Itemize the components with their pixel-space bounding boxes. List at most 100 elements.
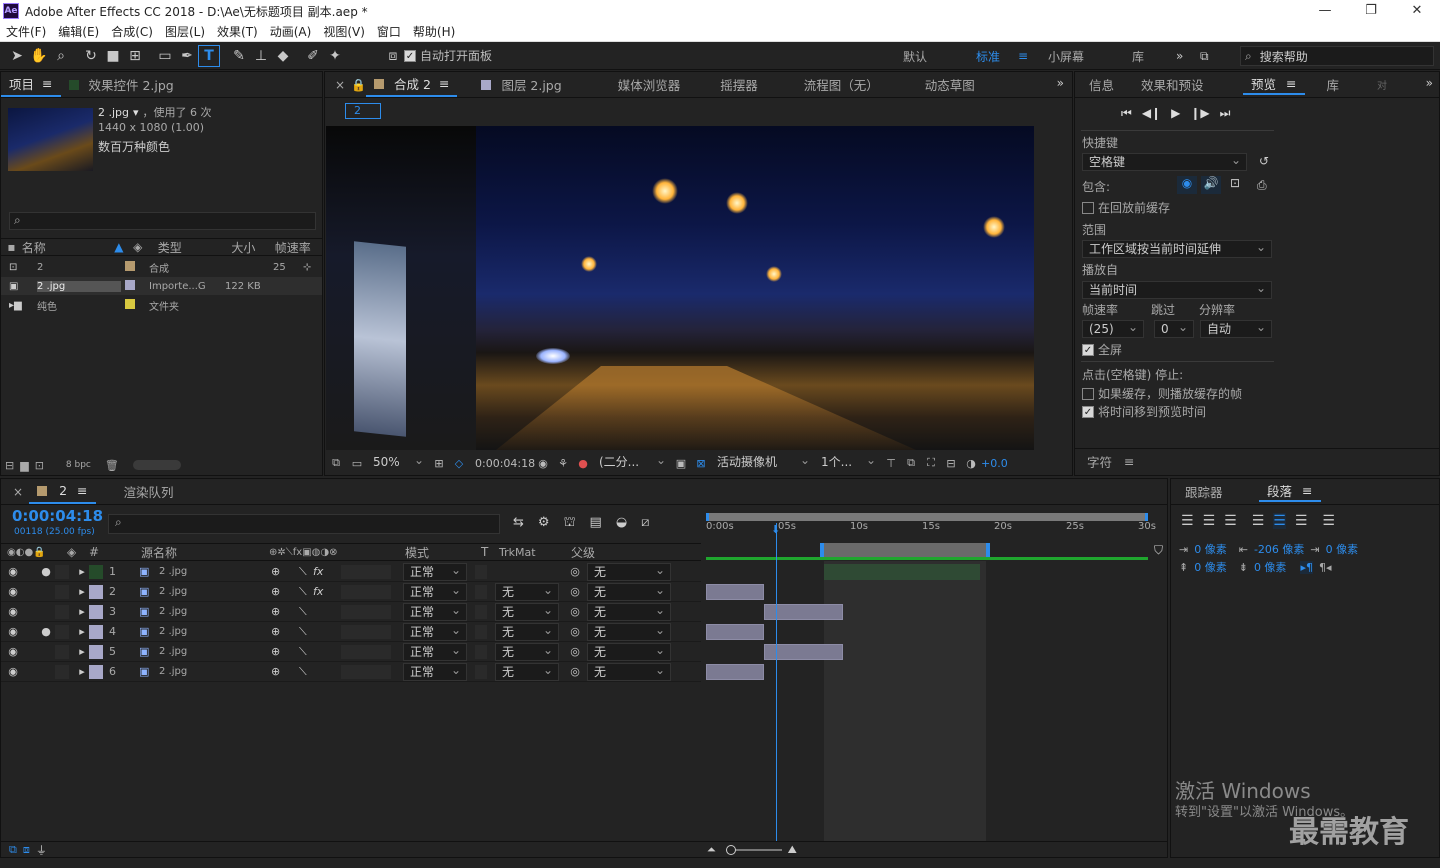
preserve-transparency-box[interactable] bbox=[475, 624, 487, 639]
expand-arrow-icon[interactable]: ▸ bbox=[75, 665, 89, 678]
expand-arrow-icon[interactable]: ▸ bbox=[75, 585, 89, 598]
shy-switch-icon[interactable]: ⊕ bbox=[271, 665, 299, 678]
frame-blending-icon[interactable]: ▤ bbox=[590, 515, 602, 532]
monitor-icon[interactable]: ▭ bbox=[347, 457, 367, 470]
lock-toggle[interactable] bbox=[55, 644, 69, 659]
trash-icon[interactable]: 🗑 bbox=[105, 459, 119, 472]
parent-dropdown[interactable]: 无 bbox=[587, 622, 671, 641]
fast-preview-icon[interactable]: ⛶ bbox=[921, 456, 941, 470]
bpc-label[interactable]: 8 bpc bbox=[66, 460, 91, 470]
expand-arrow-icon[interactable]: ▸ bbox=[75, 625, 89, 638]
expand-arrow-icon[interactable]: ▸ bbox=[75, 645, 89, 658]
layer-row[interactable]: ◉▸2▣2 .jpg⊕⟍fx正常无◎无 bbox=[1, 582, 701, 602]
trkmat-dropdown[interactable]: 无 bbox=[495, 662, 559, 681]
comp-end-marker-icon[interactable]: ⛉ bbox=[1154, 543, 1163, 558]
timeline-search-input[interactable]: ⌕ bbox=[108, 514, 500, 534]
range-dropdown[interactable]: 工作区域按当前时间延伸 bbox=[1082, 239, 1272, 258]
rotate-tool-icon[interactable]: ↻ bbox=[80, 45, 102, 67]
visibility-eye-icon[interactable]: ◉ bbox=[1, 605, 25, 618]
col-source-name[interactable]: 源名称 bbox=[141, 544, 269, 561]
layer-duration-bar[interactable] bbox=[824, 564, 980, 580]
col-fps[interactable]: 帧速率 bbox=[275, 239, 322, 256]
parent-dropdown[interactable]: 无 bbox=[587, 602, 671, 621]
zoom-dropdown[interactable]: 50% bbox=[367, 452, 429, 472]
tab-motion-sketch[interactable]: 动态草图 bbox=[917, 73, 983, 97]
preserve-transparency-box[interactable] bbox=[475, 644, 487, 659]
pickwhip-icon[interactable]: ◎ bbox=[563, 625, 587, 638]
tab-media-browser[interactable]: 媒体浏览器 bbox=[610, 73, 689, 97]
type-tool-icon[interactable]: T bbox=[198, 44, 220, 67]
shortcut-dropdown[interactable]: 空格键 bbox=[1082, 152, 1247, 171]
next-frame-icon[interactable]: ❙▶ bbox=[1190, 106, 1209, 121]
comp-breadcrumb[interactable]: 2 bbox=[345, 103, 381, 119]
shy-layers-icon[interactable]: ⛫ bbox=[564, 515, 576, 532]
pickwhip-icon[interactable]: ◎ bbox=[563, 565, 587, 578]
snapping-icon[interactable]: ⧈ bbox=[382, 45, 404, 67]
justify-all-icon[interactable]: ☰ bbox=[1322, 513, 1335, 529]
timeline-zoom-slider[interactable] bbox=[725, 844, 782, 855]
layer-row[interactable]: ◉ ● ▸ 1 ▣ 2 .jpg⊕⟍fx 正常 ◎无 bbox=[1, 562, 701, 582]
lock-toggle[interactable] bbox=[55, 564, 69, 579]
justify-last-left-icon[interactable]: ☰ bbox=[1252, 513, 1265, 529]
item-dropdown-icon[interactable]: ▾ bbox=[133, 106, 139, 119]
pen-tool-icon[interactable]: ✒ bbox=[176, 45, 198, 67]
workspace-overflow-icon[interactable]: » bbox=[1176, 49, 1200, 63]
layer-row[interactable]: ◉▸3▣2 .jpg⊕⟍正常无◎无 bbox=[1, 602, 701, 622]
col-trkmat[interactable]: TrkMat bbox=[499, 546, 571, 559]
exposure-value[interactable]: +0.0 bbox=[981, 457, 1008, 470]
tab-align[interactable]: 对 bbox=[1369, 73, 1395, 97]
include-overlays-icon[interactable]: ⊡ bbox=[1225, 176, 1245, 194]
pickwhip-icon[interactable]: ◎ bbox=[563, 645, 587, 658]
tab-library[interactable]: 库 bbox=[1319, 73, 1348, 97]
visibility-eye-icon[interactable]: ◉ bbox=[1, 565, 25, 578]
camera-tool-icon[interactable]: ■ bbox=[102, 45, 124, 67]
quality-switch-icon[interactable]: ⟍ bbox=[299, 665, 313, 679]
close-button[interactable]: ✕ bbox=[1394, 0, 1440, 22]
preserve-transparency-box[interactable] bbox=[475, 584, 487, 599]
tab-wiggler[interactable]: 摇摆器 bbox=[712, 73, 766, 97]
layer-name[interactable]: 2 .jpg bbox=[159, 586, 271, 597]
workspace-default[interactable]: 默认 bbox=[903, 48, 976, 65]
interpret-footage-icon[interactable]: ⊟ bbox=[5, 459, 14, 472]
tab-render-queue[interactable]: 渲染队列 bbox=[116, 480, 182, 504]
switch-boxes[interactable] bbox=[341, 664, 391, 679]
shy-switch-icon[interactable]: ⊕ bbox=[271, 605, 299, 618]
panel-overflow-icon[interactable]: » bbox=[1426, 76, 1433, 90]
label-color-swatch[interactable] bbox=[125, 298, 135, 309]
expand-arrow-icon[interactable]: ▸ bbox=[75, 605, 89, 618]
puppet-tool-icon[interactable]: ✦ bbox=[324, 45, 346, 67]
layer-label-color[interactable] bbox=[89, 624, 103, 639]
lock-toggle[interactable] bbox=[55, 584, 69, 599]
col-name[interactable]: 名称 bbox=[22, 239, 115, 256]
shy-switch-icon[interactable]: ⊕ bbox=[271, 565, 299, 578]
shy-switch-icon[interactable]: ⊕ bbox=[271, 625, 299, 638]
layer-label-color[interactable] bbox=[89, 644, 103, 659]
project-row[interactable]: ▣ 2 .jpg Importe...G 122 KB bbox=[1, 277, 322, 295]
layer-row[interactable]: ◉▸6▣2 .jpg⊕⟍正常无◎无 bbox=[1, 662, 701, 682]
layer-name[interactable]: 2 .jpg bbox=[159, 646, 271, 657]
comp-range-bar[interactable] bbox=[820, 543, 990, 557]
tab-tracker[interactable]: 跟踪器 bbox=[1177, 480, 1259, 504]
channel-icon[interactable]: ● bbox=[573, 457, 593, 470]
align-left-icon[interactable]: ☰ bbox=[1181, 513, 1194, 529]
flowchart-icon[interactable]: ⊟ bbox=[941, 457, 961, 470]
visibility-eye-icon[interactable]: ◉ bbox=[1, 665, 25, 678]
move-time-checkbox[interactable]: ✓ bbox=[1082, 405, 1094, 418]
fullscreen-checkbox[interactable]: ✓ bbox=[1082, 343, 1094, 356]
safe-margins-icon[interactable]: ◇ bbox=[449, 457, 469, 470]
align-center-icon[interactable]: ☰ bbox=[1203, 513, 1216, 529]
minimize-button[interactable]: — bbox=[1302, 0, 1348, 22]
visibility-eye-icon[interactable]: ◉ bbox=[1, 585, 25, 598]
trkmat-dropdown[interactable]: 无 bbox=[495, 602, 559, 621]
work-area-bar[interactable] bbox=[706, 513, 1148, 521]
space-after-value[interactable]: 0 像素 bbox=[1254, 559, 1287, 575]
blend-mode-dropdown[interactable]: 正常 bbox=[403, 642, 467, 661]
blend-mode-dropdown[interactable]: 正常 bbox=[403, 582, 467, 601]
menu-window[interactable]: 窗口 bbox=[371, 23, 407, 40]
layer-label-color[interactable] bbox=[89, 564, 103, 579]
preserve-transparency-box[interactable] bbox=[475, 564, 487, 579]
resolution-dropdown[interactable]: (二分... bbox=[593, 452, 671, 472]
col-t[interactable]: T bbox=[481, 545, 499, 559]
label-color-swatch[interactable] bbox=[125, 260, 135, 271]
zoom-tool-icon[interactable]: ⌕ bbox=[50, 45, 72, 67]
